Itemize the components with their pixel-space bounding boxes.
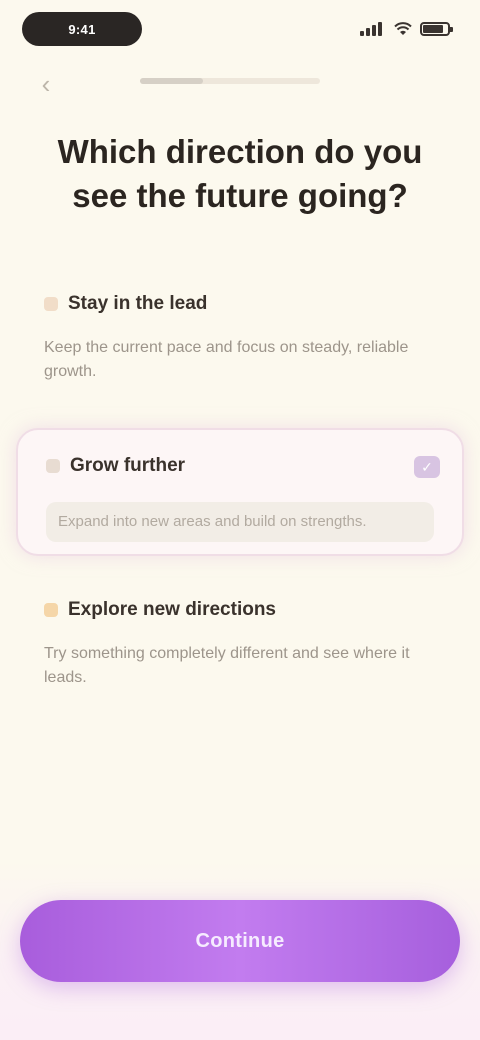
continue-button[interactable]: Continue xyxy=(20,900,460,982)
status-icons xyxy=(360,20,453,38)
option-stay-in-the-lead[interactable]: Stay in the lead Keep the current pace a… xyxy=(44,290,436,384)
option-description: Try something completely different and s… xyxy=(44,645,410,686)
option-description: Expand into new areas and build on stren… xyxy=(46,502,434,542)
option-bullet-icon xyxy=(46,459,60,473)
option-bullet-icon xyxy=(44,603,58,617)
chevron-left-icon: ‹ xyxy=(41,68,51,99)
back-button[interactable]: ‹ xyxy=(24,66,68,102)
signal-icon xyxy=(360,22,386,36)
battery-fill xyxy=(423,25,444,33)
option-header: Grow further xyxy=(46,452,434,480)
option-header: Stay in the lead xyxy=(44,290,436,318)
option-title: Explore new directions xyxy=(68,599,276,620)
option-title: Stay in the lead xyxy=(68,293,208,314)
option-explore-new-directions[interactable]: Explore new directions Try something com… xyxy=(44,596,436,690)
progress-fill xyxy=(140,78,203,84)
option-grow-further[interactable]: Grow further ✓ Expand into new areas and… xyxy=(16,428,464,556)
option-title: Grow further xyxy=(70,455,186,476)
checkmark-icon: ✓ xyxy=(414,456,440,478)
option-header: Explore new directions xyxy=(44,596,436,624)
wifi-icon xyxy=(394,22,412,35)
onboarding-screen: 9:41 ‹ Which direction do you see the fu… xyxy=(0,0,480,1040)
option-description: Keep the current pace and focus on stead… xyxy=(44,339,409,380)
progress-bar xyxy=(140,78,320,84)
battery-icon xyxy=(420,22,453,36)
page-title: Which direction do you see the future go… xyxy=(57,133,423,214)
status-time: 9:41 xyxy=(22,12,142,46)
option-bullet-icon xyxy=(44,297,58,311)
status-bar: 9:41 xyxy=(0,0,480,56)
